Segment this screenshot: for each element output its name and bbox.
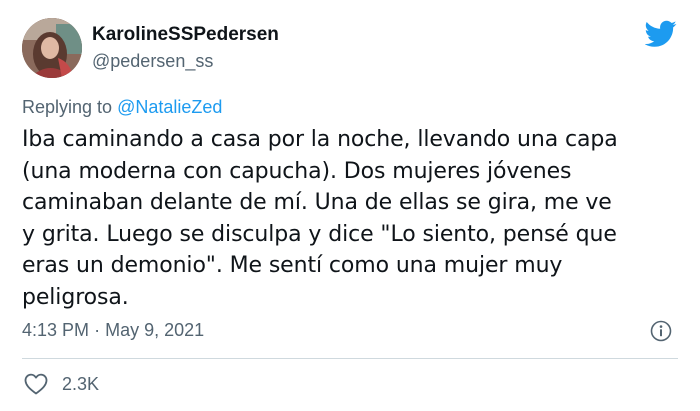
reply-mention-link[interactable]: @NatalieZed	[117, 97, 222, 117]
info-icon[interactable]	[650, 320, 672, 342]
tweet-card: KarolineSSPedersen @pedersen_ss Replying…	[0, 0, 700, 411]
tweet-time[interactable]: 4:13 PM	[22, 320, 89, 340]
tweet-timestamp: 4:13 PM · May 9, 2021	[22, 320, 204, 341]
tweet-date[interactable]: May 9, 2021	[105, 320, 204, 340]
tweet-text-line: y grita. Luego se disculpa y dice "Lo si…	[22, 221, 617, 247]
divider	[22, 358, 678, 359]
tweet-text: Iba caminando a casa por la noche, lleva…	[22, 124, 686, 313]
tweet-text-line: peligrosa.	[22, 284, 129, 310]
tweet-text-line: eras un demonio". Me sentí como una muje…	[22, 253, 563, 278]
tweet-text-line: (una moderna con capucha). Dos mujeres j…	[22, 158, 572, 184]
reply-context: Replying to @NatalieZed	[22, 97, 222, 118]
reply-prefix: Replying to	[22, 97, 113, 117]
meta-separator: ·	[94, 320, 101, 340]
like-count: 2.3K	[62, 374, 100, 394]
tweet-text-line: Iba caminando a casa por la noche, lleva…	[22, 127, 618, 152]
tweet-text-line: caminaban delante de mí. Una de ellas se…	[22, 190, 612, 215]
avatar[interactable]	[22, 18, 82, 78]
twitter-bird-icon[interactable]	[644, 20, 677, 48]
heart-icon[interactable]	[24, 373, 48, 395]
author-display-name[interactable]: KarolineSSPedersen	[92, 24, 279, 46]
author-handle[interactable]: @pedersen_ss	[92, 51, 213, 72]
